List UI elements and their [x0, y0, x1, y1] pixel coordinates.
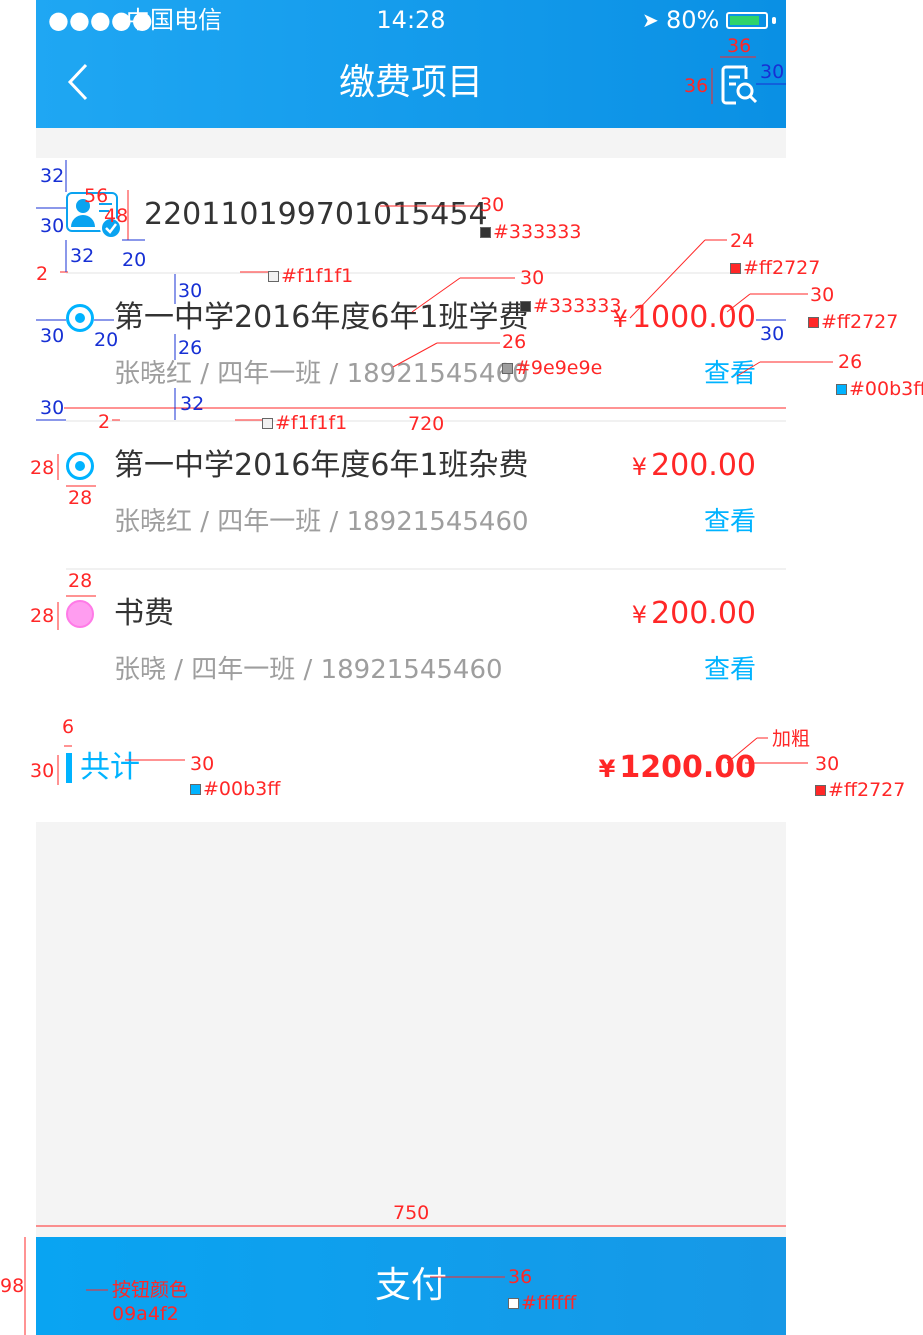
spec-label: #ff2727 [730, 258, 820, 278]
page-title: 缴费项目 [338, 62, 483, 103]
view-link[interactable]: 查看 [704, 356, 756, 392]
battery-percentage: 80% [666, 6, 720, 34]
total-row: 共计 ¥1200.00 [36, 714, 786, 822]
spec-label: 按钮颜色 [112, 1279, 189, 1301]
spec-label: 30 [40, 325, 65, 347]
nav-header: ●●●●● 中国电信 14:28 ➤ 80% 缴费项目 [36, 0, 786, 128]
spec-label: 加粗 [772, 728, 811, 750]
status-bar: ●●●●● 中国电信 14:28 ➤ 80% [36, 0, 786, 40]
spec-label: 30 [760, 61, 785, 83]
spec-label: #ff2727 [808, 312, 898, 332]
total-amount: ¥1200.00 [598, 750, 756, 785]
id-number: 220110199701015454 [144, 197, 488, 232]
item-price: ¥200.00 [631, 596, 756, 631]
spec-label: 750 [393, 1202, 430, 1224]
spec-label: 48 [104, 205, 129, 227]
document-search-icon[interactable] [720, 65, 758, 105]
location-arrow-icon: ➤ [642, 8, 659, 32]
spec-label: #333333 [480, 222, 581, 242]
total-accent-bar [66, 753, 72, 783]
spec-label: 36 [684, 75, 709, 97]
radio-selected-icon[interactable] [66, 452, 94, 480]
spec-label: 36 [727, 35, 752, 57]
spec-label: 26 [178, 337, 203, 359]
spec-label: #ff2727 [815, 780, 905, 800]
phone-screen: ●●●●● 中国电信 14:28 ➤ 80% 缴费项目 220110199701… [36, 0, 786, 1335]
payment-list: 220110199701015454 第一中学2016年度6年1班学费 ¥100… [36, 158, 786, 822]
spec-label: 98 [0, 1275, 25, 1297]
spec-label: 30 [520, 267, 545, 289]
spec-label: 30 [190, 753, 215, 775]
spec-label: #f1f1f1 [262, 413, 347, 433]
spec-label: 32 [70, 245, 95, 267]
item-price: ¥1000.00 [612, 300, 756, 335]
spec-label: 28 [68, 487, 93, 509]
view-link[interactable]: 查看 [704, 652, 756, 688]
spec-label: 30 [480, 194, 505, 216]
spec-label: #9e9e9e [502, 358, 602, 378]
spec-label: 26 [502, 331, 527, 353]
item-title: 书费 [114, 596, 174, 631]
spec-label: 2 [98, 411, 111, 433]
spec-label: 28 [30, 605, 55, 627]
item-price: ¥200.00 [631, 448, 756, 483]
payment-item[interactable]: 第一中学2016年度6年1班杂费 ¥200.00 张晓红 / 四年一班 / 18… [36, 422, 786, 570]
spec-label: 28 [68, 570, 93, 592]
spec-label: 2 [36, 263, 49, 285]
spec-label: 30 [178, 280, 203, 302]
spec-label: 28 [30, 457, 55, 479]
item-title: 第一中学2016年度6年1班杂费 [114, 448, 529, 483]
spec-label: #333333 [520, 296, 621, 316]
spec-label: 30 [30, 760, 55, 782]
radio-unselected-icon[interactable] [66, 600, 94, 628]
radio-selected-icon[interactable] [66, 304, 94, 332]
spec-label: 09a4f2 [112, 1303, 179, 1325]
spec-label: 32 [180, 393, 205, 415]
spec-label: 30 [810, 284, 835, 306]
item-subtitle: 张晓 / 四年一班 / 18921545460 [114, 655, 503, 685]
view-link[interactable]: 查看 [704, 504, 756, 540]
design-spec-canvas: ●●●●● 中国电信 14:28 ➤ 80% 缴费项目 220110199701… [0, 0, 923, 1335]
spec-label: 20 [122, 249, 147, 271]
spec-label: 32 [40, 165, 65, 187]
battery-tip [772, 17, 776, 24]
spec-label: 24 [730, 230, 755, 252]
spec-label: 56 [84, 185, 109, 207]
account-row: 220110199701015454 [36, 158, 786, 272]
item-title: 第一中学2016年度6年1班学费 [114, 300, 529, 335]
spec-label: 36 [508, 1266, 533, 1288]
spec-label: 30 [40, 215, 65, 237]
payment-item[interactable]: 第一中学2016年度6年1班学费 ¥1000.00 张晓红 / 四年一班 / 1… [36, 274, 786, 422]
spec-label: 720 [408, 413, 445, 435]
spec-label: 20 [94, 329, 119, 351]
spec-label: #f1f1f1 [268, 266, 353, 286]
payment-item[interactable]: 书费 ¥200.00 张晓 / 四年一班 / 18921545460 查看 [36, 570, 786, 718]
battery-icon [726, 12, 768, 29]
spec-label: #ffffff [508, 1293, 576, 1313]
item-subtitle: 张晓红 / 四年一班 / 18921545460 [114, 507, 529, 537]
spec-label: #00b3ff [836, 379, 923, 399]
spec-label: 30 [815, 753, 840, 775]
spec-label: 6 [62, 716, 75, 738]
total-label: 共计 [80, 750, 140, 785]
item-subtitle: 张晓红 / 四年一班 / 18921545460 [114, 359, 529, 389]
spec-label: 26 [838, 351, 863, 373]
spec-label: 30 [760, 323, 785, 345]
spec-label: 30 [40, 397, 65, 419]
spec-label: #00b3ff [190, 779, 280, 799]
